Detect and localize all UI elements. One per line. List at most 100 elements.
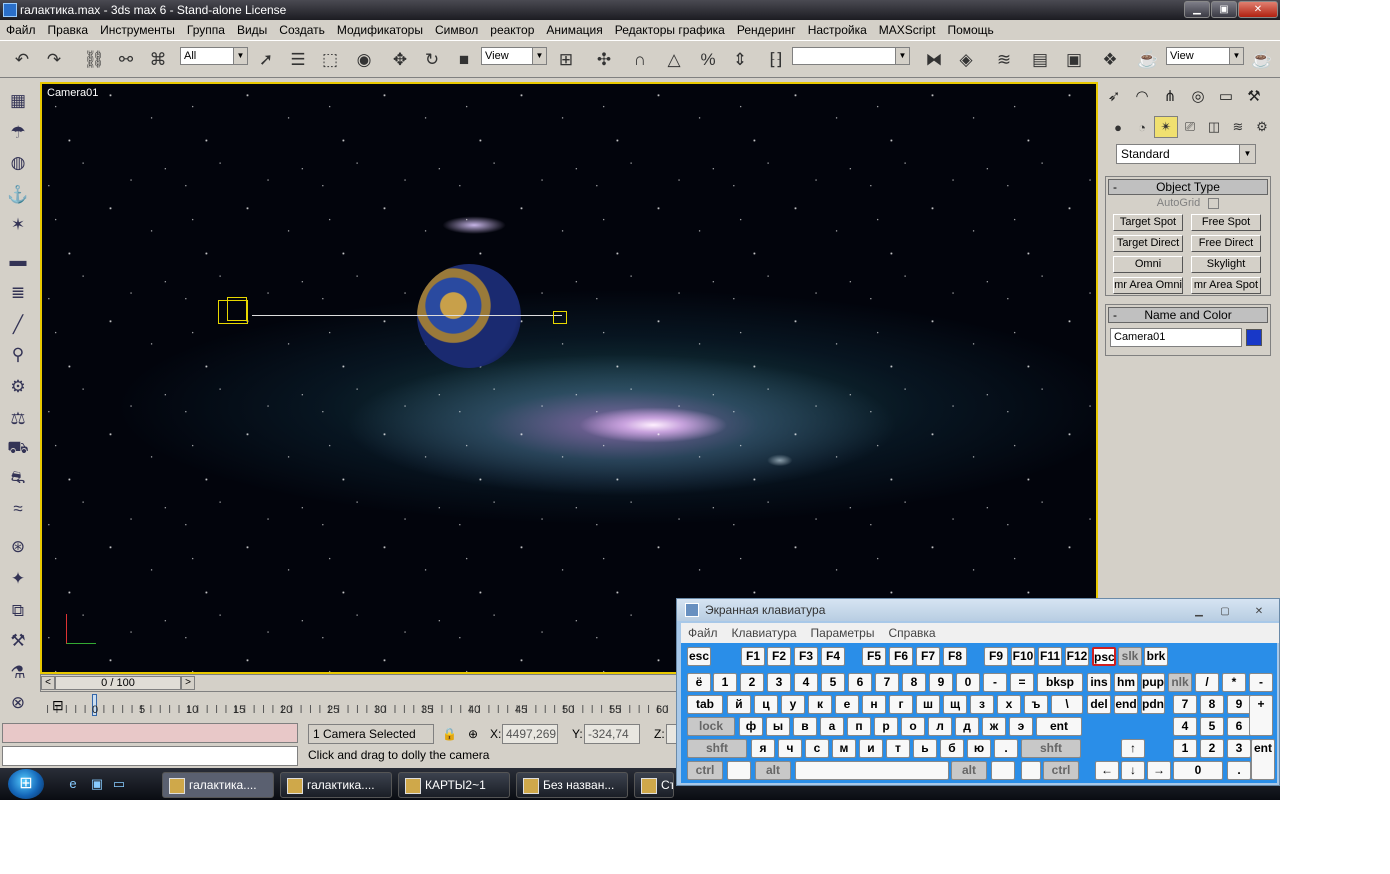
hinge-icon[interactable]: ⚲: [5, 342, 31, 368]
osk-maximize-button[interactable]: ▢: [1213, 601, 1237, 617]
menu-group[interactable]: Группа: [181, 23, 231, 37]
hierarchy-tab-icon[interactable]: ⋔: [1156, 84, 1184, 108]
y-coordinate-field[interactable]: -324,74: [584, 724, 640, 744]
dashpot-icon[interactable]: ▬: [5, 248, 31, 274]
name-color-header[interactable]: - Name and Color: [1108, 307, 1268, 323]
key-9[interactable]: 9: [1227, 695, 1251, 714]
spacewarps-icon[interactable]: ≋: [1226, 116, 1250, 138]
key-/[interactable]: /: [1195, 673, 1219, 692]
key-п[interactable]: п: [847, 717, 871, 736]
key-ч[interactable]: ч: [778, 739, 802, 758]
key-del[interactable]: del: [1087, 695, 1111, 714]
maximize-button[interactable]: ▣: [1211, 1, 1237, 18]
time-slider[interactable]: < 0 / 100 >: [40, 674, 680, 692]
key-ent[interactable]: ent: [1036, 717, 1082, 736]
key-shft[interactable]: shft: [687, 739, 747, 758]
key-4[interactable]: 4: [1173, 717, 1197, 736]
car-wheel-icon[interactable]: ⛟: [5, 436, 31, 462]
key-р[interactable]: р: [874, 717, 898, 736]
utilities-tab-icon[interactable]: ⚒: [1240, 84, 1268, 108]
track-view-icon[interactable]: ▤: [1026, 46, 1054, 74]
osk-menu-file[interactable]: Файл: [681, 626, 725, 640]
key-з[interactable]: з: [970, 695, 994, 714]
named-selection-dropdown[interactable]: ▼: [792, 47, 910, 65]
create-animation-icon[interactable]: ⊗: [5, 690, 31, 716]
key-numpad-enter[interactable]: ent: [1251, 739, 1275, 780]
cameras-icon[interactable]: ⎚: [1178, 116, 1202, 138]
key-2[interactable]: 2: [1200, 739, 1224, 758]
softbody-icon[interactable]: ◍: [5, 150, 31, 176]
maxscript-listener-pink[interactable]: [2, 723, 298, 743]
key-0[interactable]: 0: [956, 673, 980, 692]
key-F12[interactable]: F12: [1065, 647, 1089, 666]
free-spot-button[interactable]: Free Spot: [1191, 214, 1261, 231]
camera-body[interactable]: [227, 297, 247, 321]
water-icon[interactable]: ≈: [5, 496, 31, 522]
select-by-name-icon[interactable]: ☰: [284, 46, 312, 74]
modify-tab-icon[interactable]: ◠: [1128, 84, 1156, 108]
cloth-icon[interactable]: ☂: [5, 120, 31, 146]
key-5[interactable]: 5: [1200, 717, 1224, 736]
track-bar[interactable]: 0 5 10 15 20 25 30 35 40 45 50 55 60: [40, 692, 680, 720]
key-3[interactable]: 3: [767, 673, 791, 692]
task-item[interactable]: КАРТЫ2~1: [398, 772, 510, 798]
key-F4[interactable]: F4: [821, 647, 845, 666]
key-space[interactable]: [795, 761, 949, 780]
fracture-icon[interactable]: ⧉: [5, 598, 31, 624]
key-brk[interactable]: brk: [1144, 647, 1168, 666]
key-ф[interactable]: ф: [739, 717, 763, 736]
menu-edit[interactable]: Правка: [42, 23, 95, 37]
prev-frame-icon[interactable]: <: [41, 676, 55, 690]
key-8[interactable]: 8: [1200, 695, 1224, 714]
preview-icon[interactable]: ⚒: [5, 628, 31, 654]
menu-tools[interactable]: Инструменты: [94, 23, 181, 37]
camera-viewport[interactable]: Camera01: [40, 82, 1098, 674]
key-tab[interactable]: tab: [687, 695, 723, 714]
key-1[interactable]: 1: [1173, 739, 1197, 758]
edit-named-sel-icon[interactable]: ⁅⁆: [762, 46, 790, 74]
key-F11[interactable]: F11: [1038, 647, 1062, 666]
key-а[interactable]: а: [820, 717, 844, 736]
key-alt[interactable]: alt: [755, 761, 791, 780]
helpers-icon[interactable]: ◫: [1202, 116, 1226, 138]
key-.[interactable]: .: [1227, 761, 1251, 780]
key-plus[interactable]: +: [1249, 695, 1273, 736]
menu-help[interactable]: Помощь: [941, 23, 999, 37]
rigid-body-icon[interactable]: ▦: [5, 88, 31, 114]
key-й[interactable]: й: [727, 695, 751, 714]
key-6[interactable]: 6: [1227, 717, 1251, 736]
ragdoll-icon[interactable]: ⛐: [5, 466, 31, 492]
manipulate-icon[interactable]: ✣: [590, 46, 618, 74]
key-д[interactable]: д: [955, 717, 979, 736]
select-link-icon[interactable]: ⛓: [80, 46, 108, 74]
key-F6[interactable]: F6: [889, 647, 913, 666]
key-ж[interactable]: ж: [982, 717, 1006, 736]
task-item[interactable]: Без назван...: [516, 772, 628, 798]
angle-snap-icon[interactable]: △: [660, 46, 688, 74]
key-л[interactable]: л: [928, 717, 952, 736]
key-nlk[interactable]: nlk: [1168, 673, 1192, 692]
autogrid-checkbox[interactable]: AutoGrid: [1106, 197, 1270, 209]
menu-rendering[interactable]: Рендеринг: [731, 23, 802, 37]
key-end[interactable]: end: [1114, 695, 1138, 714]
rope-icon[interactable]: ╱: [5, 312, 31, 338]
key-=[interactable]: =: [1010, 673, 1034, 692]
rotate-icon[interactable]: ↻: [418, 46, 446, 74]
key-5[interactable]: 5: [821, 673, 845, 692]
motion-tab-icon[interactable]: ◎: [1184, 84, 1212, 108]
key-menu[interactable]: [1021, 761, 1041, 780]
key-ctrl[interactable]: ctrl: [1043, 761, 1079, 780]
mirror-icon[interactable]: ⧓: [920, 46, 948, 74]
schematic-view-icon[interactable]: ▣: [1060, 46, 1088, 74]
motor-icon[interactable]: ≣: [5, 280, 31, 306]
menu-reactor[interactable]: реактор: [484, 23, 540, 37]
key-F10[interactable]: F10: [1011, 647, 1035, 666]
spring-icon[interactable]: ✶: [5, 212, 31, 238]
key-right[interactable]: →: [1147, 761, 1171, 780]
key-ctrl[interactable]: ctrl: [687, 761, 723, 780]
key-э[interactable]: э: [1009, 717, 1033, 736]
key-psc[interactable]: psc: [1092, 647, 1116, 666]
key-7[interactable]: 7: [1173, 695, 1197, 714]
x-coordinate-field[interactable]: 4497,269: [502, 724, 558, 744]
redo-icon[interactable]: ↷: [40, 46, 68, 74]
